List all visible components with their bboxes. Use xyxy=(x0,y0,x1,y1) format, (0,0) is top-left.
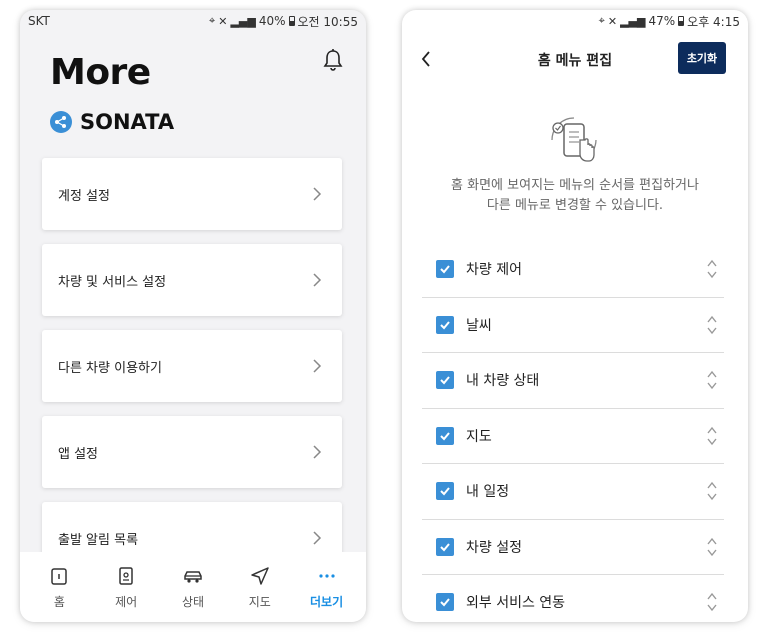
reorder-icon[interactable] xyxy=(706,314,718,336)
checkbox-checked[interactable] xyxy=(436,260,454,279)
mute-icon: ✕ xyxy=(607,14,618,28)
item-label: 외부 서비스 연동 xyxy=(466,595,566,612)
nav-control[interactable]: 제어 xyxy=(96,565,156,610)
checkbox-checked[interactable] xyxy=(436,371,454,390)
menu-vehicle-service-settings[interactable]: 차량 및 서비스 설정 xyxy=(42,244,342,316)
checkbox-checked[interactable] xyxy=(436,426,454,445)
list-item[interactable]: 지도 xyxy=(422,409,724,464)
control-icon xyxy=(119,566,133,585)
bottom-navigation: 홈 제어 상태 지도 더보기 xyxy=(20,552,366,622)
description-line: 다른 메뉴로 변경할 수 있습니다. xyxy=(486,198,664,213)
item-label: 차량 제어 xyxy=(466,262,522,279)
nav-more[interactable]: 더보기 xyxy=(297,565,357,610)
item-label: 지도 xyxy=(466,428,492,445)
nav-label: 더보기 xyxy=(310,594,344,609)
more-icon xyxy=(318,573,335,578)
menu-label: 차량 및 서비스 설정 xyxy=(58,274,167,290)
status-bar: ⌖ ✕ ▂▄▆ 47% 오후 4:15 xyxy=(402,10,748,32)
chevron-right-icon xyxy=(313,359,322,373)
list-item[interactable]: 내 차량 상태 xyxy=(422,353,724,409)
reorder-icon[interactable] xyxy=(706,591,718,613)
battery-percent: 47% xyxy=(648,14,676,28)
edit-description: 홈 화면에 보여지는 메뉴의 순서를 편집하거나 다른 메뉴로 변경할 수 있습… xyxy=(422,176,728,216)
menu-label: 다른 차량 이용하기 xyxy=(58,360,162,376)
phone-touch-illustration-icon xyxy=(551,117,597,162)
item-label: 내 일정 xyxy=(466,484,510,501)
location-icon: ⌖ xyxy=(598,14,605,27)
battery-icon xyxy=(288,16,295,26)
page-title: More xyxy=(50,52,151,93)
checkbox-checked[interactable] xyxy=(436,315,454,334)
navigation-icon xyxy=(251,566,269,585)
vehicle-selector[interactable]: SONATA xyxy=(50,110,174,134)
description-line: 홈 화면에 보여지는 메뉴의 순서를 편집하거나 xyxy=(451,178,699,193)
item-label: 차량 설정 xyxy=(466,539,522,556)
checkbox-checked[interactable] xyxy=(436,593,454,612)
menu-label: 계정 설정 xyxy=(58,188,110,204)
chevron-right-icon xyxy=(313,531,322,545)
list-item[interactable]: 외부 서비스 연동 xyxy=(422,575,724,622)
checkbox-checked[interactable] xyxy=(436,537,454,556)
mute-icon: ✕ xyxy=(218,14,228,28)
bell-icon[interactable] xyxy=(322,48,344,72)
list-item[interactable]: 차량 제어 xyxy=(422,242,724,298)
reset-button[interactable]: 초기화 xyxy=(678,42,726,74)
edit-header: 홈 메뉴 편집 초기화 xyxy=(402,32,748,88)
list-item[interactable]: 차량 설정 xyxy=(422,520,724,575)
menu-use-other-vehicle[interactable]: 다른 차량 이용하기 xyxy=(42,330,342,402)
battery-icon xyxy=(678,16,685,26)
clock: 오후 4:15 xyxy=(687,14,740,29)
more-screen: SKT ⌖ ✕ ▂▄▆ 40% 오전 10:55 More SONATA 계정 … xyxy=(20,10,366,622)
menu-label: 출발 알림 목록 xyxy=(58,532,139,548)
car-icon xyxy=(184,570,202,583)
vehicle-name: SONATA xyxy=(80,110,175,134)
chevron-right-icon xyxy=(313,445,322,459)
reorder-icon[interactable] xyxy=(706,369,718,391)
item-label: 내 차량 상태 xyxy=(466,373,540,390)
battery-percent: 40% xyxy=(258,14,286,28)
home-menu-list: 차량 제어 날씨 내 차량 상태 지도 내 일정 차량 설정 외부 서비스 연동 xyxy=(422,242,724,622)
list-item[interactable]: 내 일정 xyxy=(422,464,724,520)
nav-status[interactable]: 상태 xyxy=(163,565,223,610)
carrier-label: SKT xyxy=(28,14,50,28)
home-icon xyxy=(51,567,68,585)
menu-account-settings[interactable]: 계정 설정 xyxy=(42,158,342,230)
status-icons: ⌖ ✕ ▂▄▆ 47% 오후 4:15 xyxy=(599,13,740,30)
settings-menu: 계정 설정 차량 및 서비스 설정 다른 차량 이용하기 앱 설정 출발 알림 … xyxy=(42,158,342,588)
more-header: More SONATA xyxy=(20,32,366,150)
nav-label: 홈 xyxy=(53,594,65,609)
item-label: 날씨 xyxy=(466,317,492,334)
chevron-right-icon xyxy=(313,273,322,287)
chevron-right-icon xyxy=(313,187,322,201)
reorder-icon[interactable] xyxy=(706,536,718,558)
reorder-icon[interactable] xyxy=(706,480,718,502)
checkbox-checked[interactable] xyxy=(436,482,454,501)
menu-app-settings[interactable]: 앱 설정 xyxy=(42,416,342,488)
share-icon xyxy=(50,111,72,133)
signal-icon: ▂▄▆ xyxy=(230,14,256,28)
nav-label: 제어 xyxy=(115,594,138,609)
status-icons: ⌖ ✕ ▂▄▆ 40% 오전 10:55 xyxy=(209,13,358,30)
status-bar: SKT ⌖ ✕ ▂▄▆ 40% 오전 10:55 xyxy=(20,10,366,32)
signal-icon: ▂▄▆ xyxy=(620,14,646,28)
reorder-icon[interactable] xyxy=(706,425,718,447)
nav-map[interactable]: 지도 xyxy=(230,565,290,610)
nav-label: 지도 xyxy=(248,594,271,609)
nav-home[interactable]: 홈 xyxy=(29,565,89,610)
list-item[interactable]: 날씨 xyxy=(422,298,724,353)
location-icon: ⌖ xyxy=(209,14,216,27)
home-menu-edit-screen: ⌖ ✕ ▂▄▆ 47% 오후 4:15 홈 메뉴 편집 초기화 홈 화면에 보여… xyxy=(402,10,748,622)
nav-label: 상태 xyxy=(181,594,205,609)
clock: 오전 10:55 xyxy=(297,14,358,29)
menu-label: 앱 설정 xyxy=(58,446,99,462)
reorder-icon[interactable] xyxy=(706,258,718,280)
